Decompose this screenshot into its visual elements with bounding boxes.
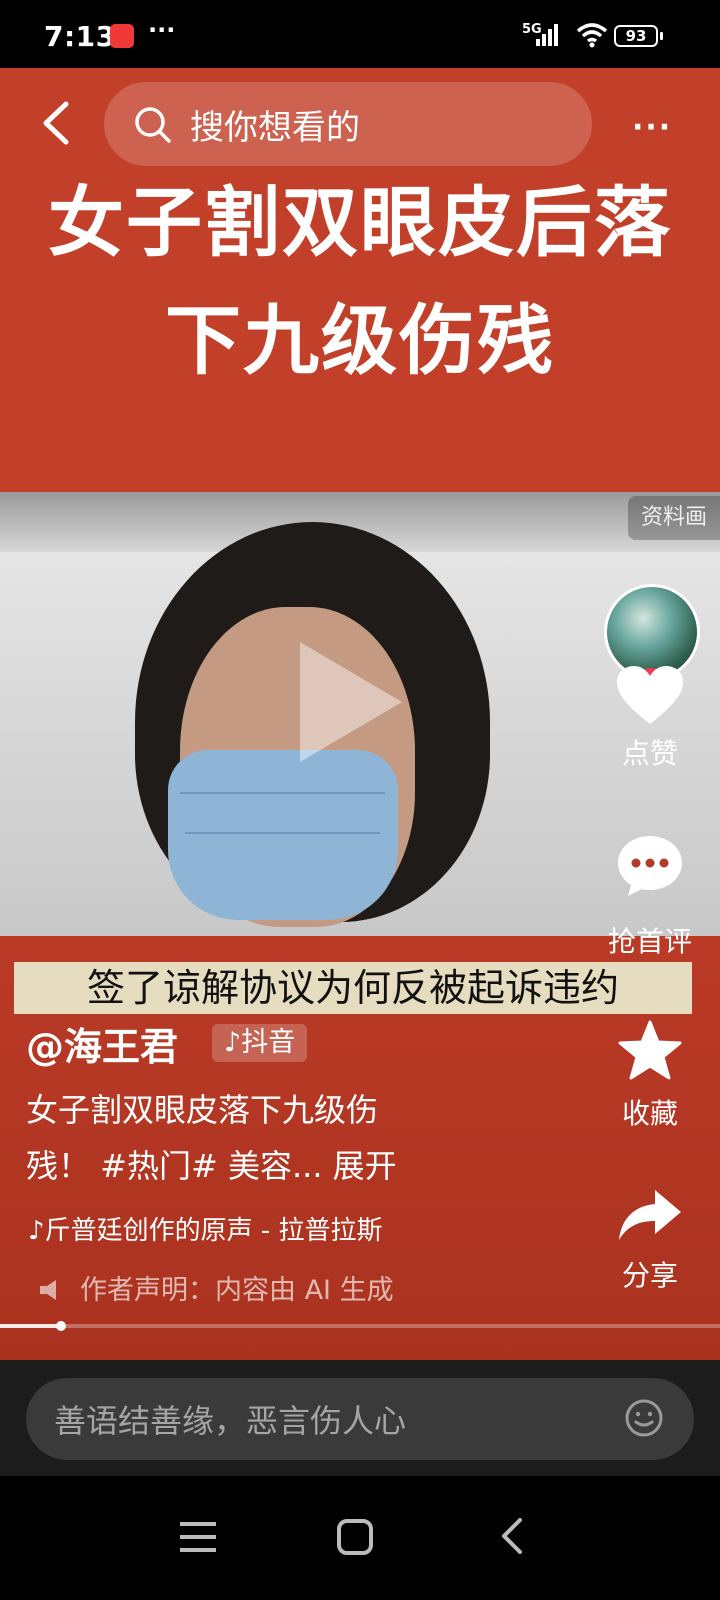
status-bar: 7:13 ··· 5G 93: [0, 0, 720, 68]
like-label: 点赞: [621, 737, 678, 770]
battery-icon: 93: [614, 25, 658, 47]
headline-line-2: 下九级伤残: [165, 296, 555, 385]
video-headline: 女子割双眼皮后落 下九级伤残: [0, 164, 720, 400]
expand-link[interactable]: 展开: [333, 1147, 397, 1185]
back-icon[interactable]: [36, 98, 76, 148]
description-line-2: 残！ #热门# 美容... 展开: [26, 1138, 496, 1194]
comment-icon: [618, 836, 682, 896]
ai-notice-text: 作者声明：内容由 AI 生成: [80, 1275, 394, 1306]
signal-icon: [536, 24, 558, 46]
wifi-icon: [576, 23, 608, 48]
share-action[interactable]: 分享: [580, 1188, 720, 1294]
favorite-action[interactable]: 收藏: [580, 1020, 720, 1132]
video-player[interactable]: 搜你想看的 ··· 女子割双眼皮后落 下九级伤残 签了谅解协议为何反被起诉违约 …: [0, 68, 720, 1360]
more-notifications-icon: ···: [148, 16, 176, 44]
comment-label: 抢首评: [607, 925, 692, 958]
comment-bar: 善语结善缘，恶言伤人心: [0, 1360, 720, 1476]
home-icon[interactable]: [336, 1518, 374, 1556]
emoji-icon[interactable]: [624, 1398, 664, 1438]
status-time: 7:13: [44, 20, 116, 53]
description-text: 残！ #热门# 美容...: [26, 1147, 323, 1185]
share-label: 分享: [621, 1259, 678, 1292]
music-credit[interactable]: ♪斤普廷创作的原声 - 拉普拉斯: [28, 1210, 383, 1247]
comment-placeholder: 善语结善缘，恶言伤人心: [54, 1402, 407, 1440]
progress-bar[interactable]: [0, 1321, 720, 1331]
system-nav-bar: [0, 1476, 720, 1600]
more-options-icon[interactable]: ···: [632, 110, 672, 145]
search-icon: [135, 107, 171, 143]
video-description[interactable]: 女子割双眼皮落下九级伤 残！ #热门# 美容... 展开: [26, 1082, 496, 1194]
headline-line-1: 女子割双眼皮后落: [48, 178, 672, 267]
heart-icon: [617, 666, 683, 724]
battery-cap: [660, 32, 663, 40]
back-nav-icon[interactable]: [498, 1516, 526, 1556]
progress-fill: [0, 1324, 58, 1328]
info-tag[interactable]: 资料画: [628, 496, 720, 540]
progress-knob[interactable]: [56, 1321, 66, 1331]
mask-fold: [185, 832, 380, 834]
video-subtitle: 签了谅解协议为何反被起诉违约: [14, 962, 692, 1014]
face-mask: [168, 750, 398, 920]
author-handle[interactable]: @海王君: [26, 1016, 178, 1071]
mask-fold: [180, 792, 385, 794]
ai-notice: 作者声明：内容由 AI 生成: [38, 1268, 394, 1307]
search-bar[interactable]: 搜你想看的: [104, 82, 592, 166]
favorite-label: 收藏: [621, 1097, 678, 1130]
app-notification-icon: [110, 24, 134, 48]
play-icon[interactable]: [300, 642, 402, 762]
search-placeholder: 搜你想看的: [190, 108, 360, 148]
speaker-icon: [40, 1280, 56, 1300]
recents-menu-icon[interactable]: [178, 1520, 218, 1554]
comment-input[interactable]: 善语结善缘，恶言伤人心: [26, 1378, 694, 1460]
share-icon: [619, 1190, 681, 1240]
like-action[interactable]: 点赞: [580, 664, 720, 772]
star-icon: [618, 1020, 682, 1080]
douyin-badge: ♪抖音: [212, 1024, 308, 1062]
comment-action[interactable]: 抢首评: [580, 834, 720, 960]
description-line-1: 女子割双眼皮落下九级伤: [26, 1091, 379, 1129]
